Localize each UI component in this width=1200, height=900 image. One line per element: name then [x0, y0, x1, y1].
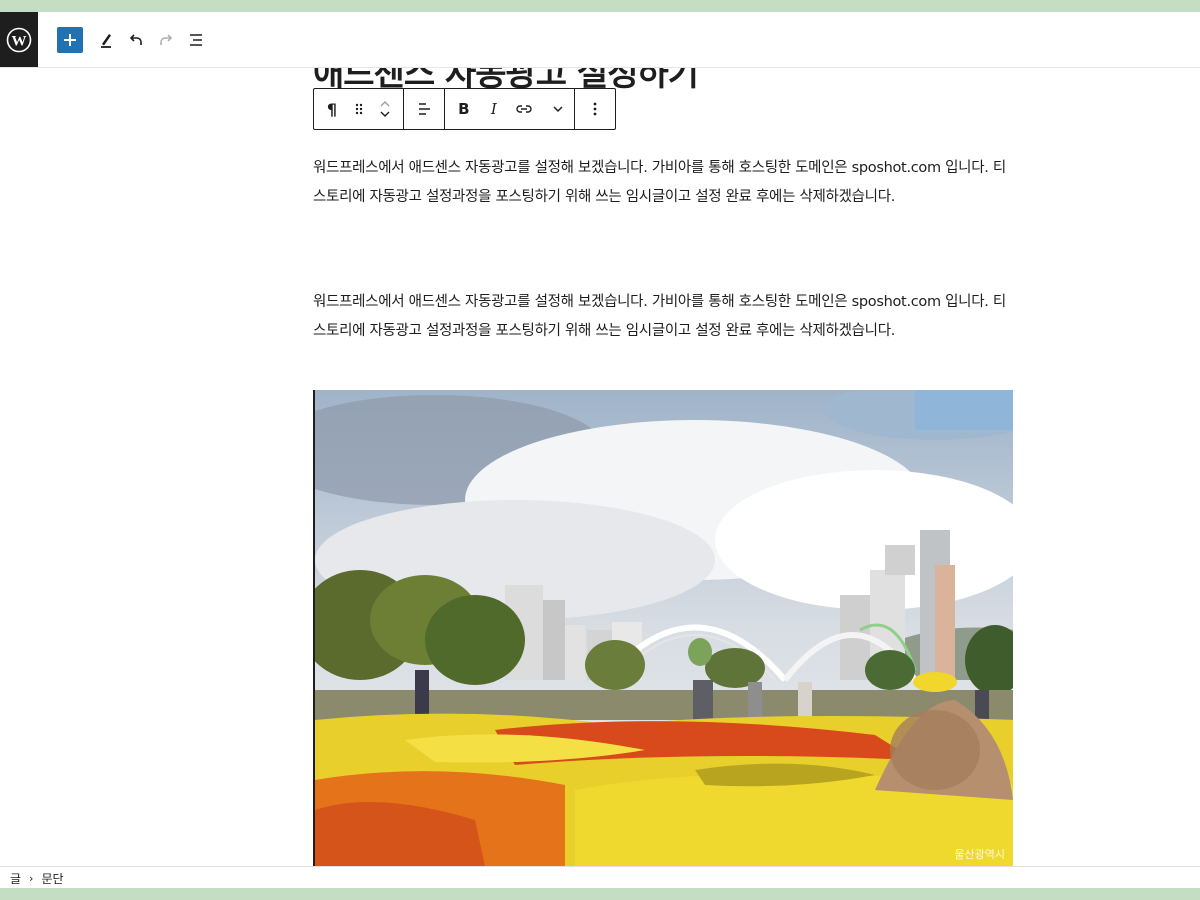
more-formats-chevron-down-icon[interactable] — [543, 89, 573, 129]
format-group: B I — [445, 89, 575, 129]
drag-handle-icon[interactable] — [350, 89, 368, 129]
add-block-button[interactable] — [57, 27, 83, 53]
block-switcher-group: ¶ — [314, 89, 404, 129]
redo-button[interactable] — [152, 26, 180, 54]
more-options-icon[interactable] — [575, 89, 615, 129]
editor-frame: W 애드센스 자동광고 설정하기 ¶ B I 워드프레스에서 애드센스 자동광고… — [0, 12, 1200, 888]
options-group — [575, 89, 615, 129]
wordpress-logo-icon[interactable]: W — [0, 12, 38, 67]
breadcrumb-item-post[interactable]: 글 — [0, 870, 25, 887]
svg-text:W: W — [12, 33, 27, 49]
align-left-icon[interactable] — [404, 89, 444, 129]
italic-button[interactable]: I — [483, 89, 505, 129]
editor-canvas: 애드센스 자동광고 설정하기 ¶ B I 워드프레스에서 애드센스 자동광고를 … — [0, 68, 1200, 866]
list-view-icon — [190, 34, 202, 46]
paragraph-block[interactable]: 워드프레스에서 애드센스 자동광고를 설정해 보겠습니다. 가비아를 통해 호스… — [313, 288, 1013, 346]
undo-button[interactable] — [122, 26, 150, 54]
align-group — [404, 89, 445, 129]
paragraph-block[interactable]: 워드프레스에서 애드센스 자동광고를 설정해 보겠습니다. 가비아를 통해 호스… — [313, 154, 1013, 212]
editor-top-toolbar: W — [0, 12, 1200, 68]
undo-icon — [129, 34, 142, 45]
list-view-button[interactable] — [182, 26, 210, 54]
breadcrumb-item-paragraph[interactable]: 문단 — [37, 870, 67, 887]
block-breadcrumb: 글 › 문단 — [0, 866, 1200, 888]
flower-park-photo: 울산광역시 — [315, 390, 1013, 866]
image-block[interactable]: 울산광역시 — [313, 390, 1013, 866]
pencil-icon — [101, 34, 111, 48]
paragraph-block-button[interactable]: ¶ — [314, 89, 350, 129]
tools-button[interactable] — [92, 26, 120, 54]
move-up-icon[interactable] — [379, 99, 391, 109]
breadcrumb-separator: › — [29, 871, 34, 885]
bold-button[interactable]: B — [445, 89, 483, 129]
redo-icon — [160, 34, 173, 45]
block-toolbar: ¶ B I — [313, 88, 616, 130]
move-down-icon[interactable] — [379, 109, 391, 119]
link-icon[interactable] — [505, 89, 543, 129]
move-buttons — [368, 89, 402, 129]
plus-icon — [64, 34, 76, 46]
image-watermark: 울산광역시 — [954, 848, 1005, 861]
